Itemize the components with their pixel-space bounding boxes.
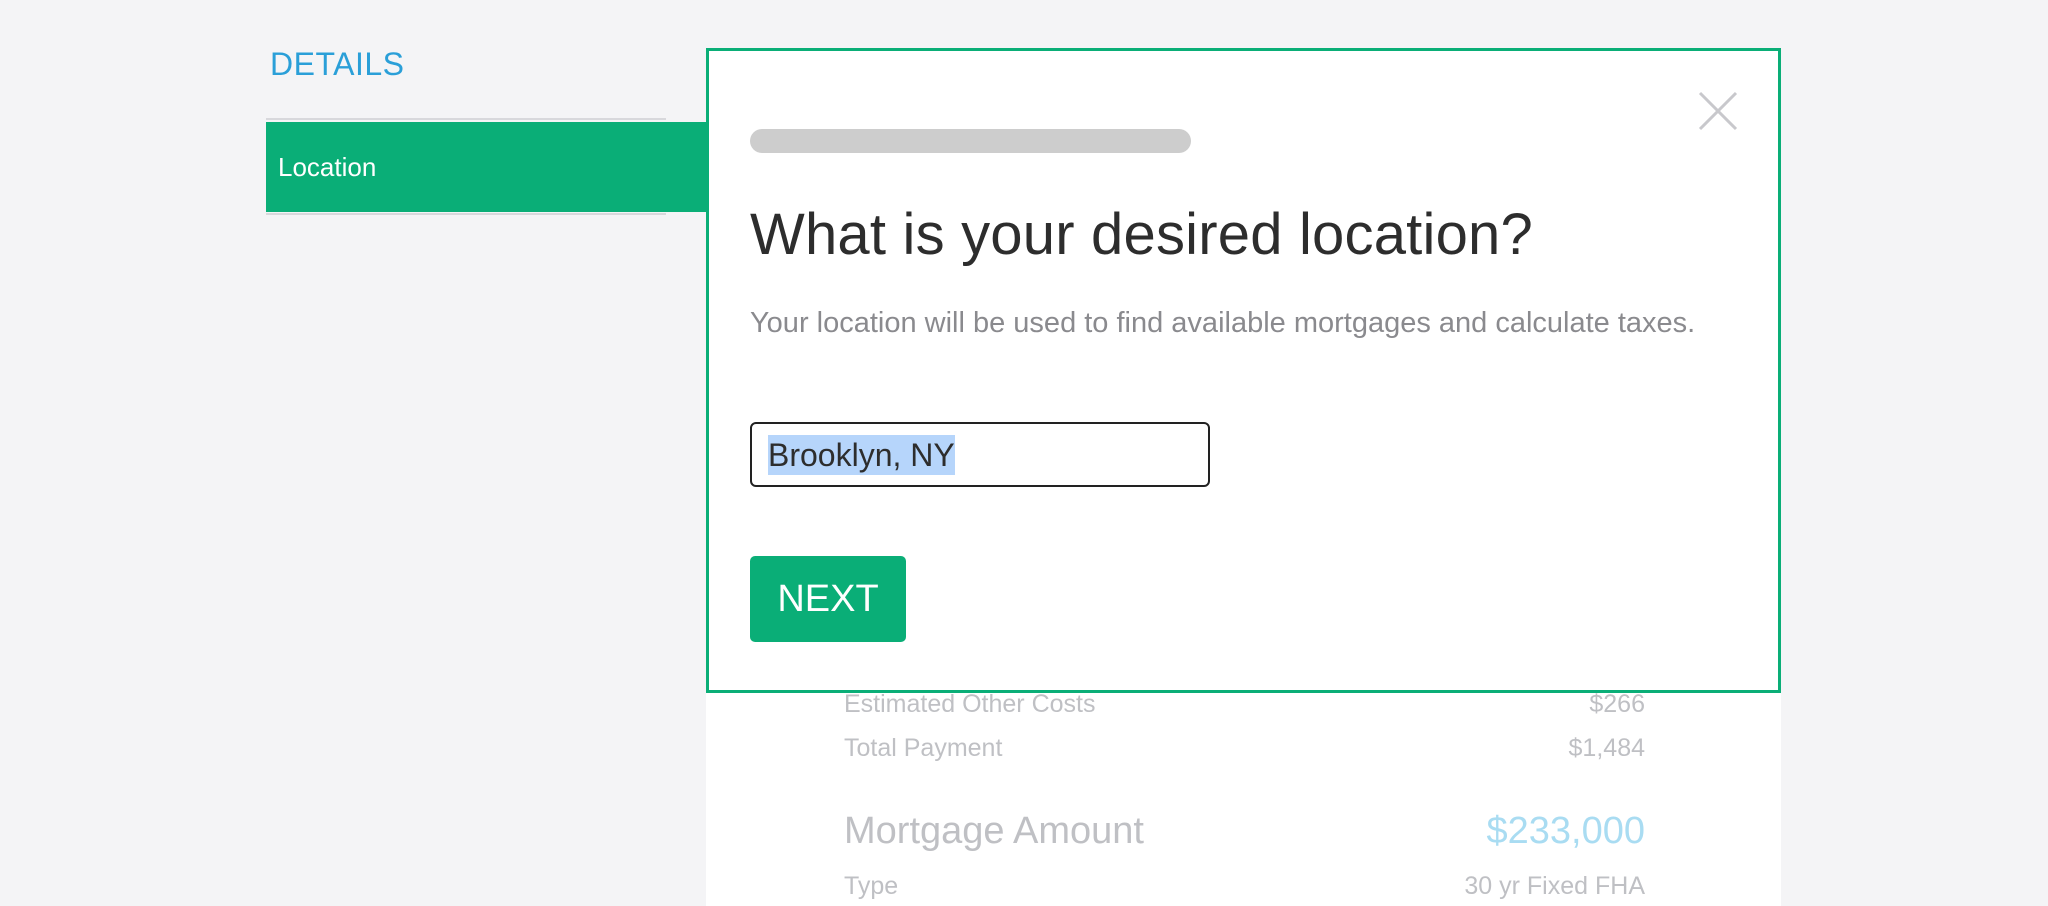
sidebar-divider-bottom (266, 213, 666, 215)
summary-row-total-payment: Total Payment $1,484 (844, 734, 1645, 763)
sidebar-item-location[interactable]: Location (266, 122, 709, 212)
summary-row-type: Type 30 yr Fixed FHA (844, 872, 1645, 901)
summary-row-other-costs: Estimated Other Costs $266 (844, 690, 1645, 719)
type-value: 30 yr Fixed FHA (1464, 872, 1645, 900)
summary-panel: Estimated Other Costs $266 Total Payment… (706, 680, 1781, 906)
summary-row-mortgage-amount: Mortgage Amount $233,000 (844, 810, 1645, 853)
summary-label: Total Payment (844, 734, 1003, 762)
sidebar-divider-top (266, 118, 666, 120)
next-button[interactable]: NEXT (750, 556, 906, 642)
page: DETAILS Location Estimated Other Costs $… (0, 0, 2048, 906)
location-modal: What is your desired location? Your loca… (706, 48, 1781, 693)
sidebar-item-label: Location (278, 151, 377, 182)
type-label: Type (844, 872, 899, 900)
modal-title: What is your desired location? (750, 202, 1533, 267)
location-input-value: Brooklyn, NY (768, 434, 955, 475)
sidebar-title: DETAILS (270, 46, 405, 82)
progress-bar (750, 129, 1191, 153)
modal-description: Your location will be used to find avail… (750, 307, 1696, 339)
location-input[interactable]: Brooklyn, NY (750, 422, 1210, 487)
summary-label: Estimated Other Costs (844, 690, 1096, 718)
summary-value: $266 (1589, 690, 1645, 718)
summary-value: $1,484 (1568, 734, 1645, 762)
mortgage-amount-value: $233,000 (1486, 810, 1646, 852)
close-icon[interactable] (1696, 89, 1740, 133)
close-icon-glyph (1698, 91, 1738, 131)
mortgage-amount-label: Mortgage Amount (844, 810, 1144, 852)
